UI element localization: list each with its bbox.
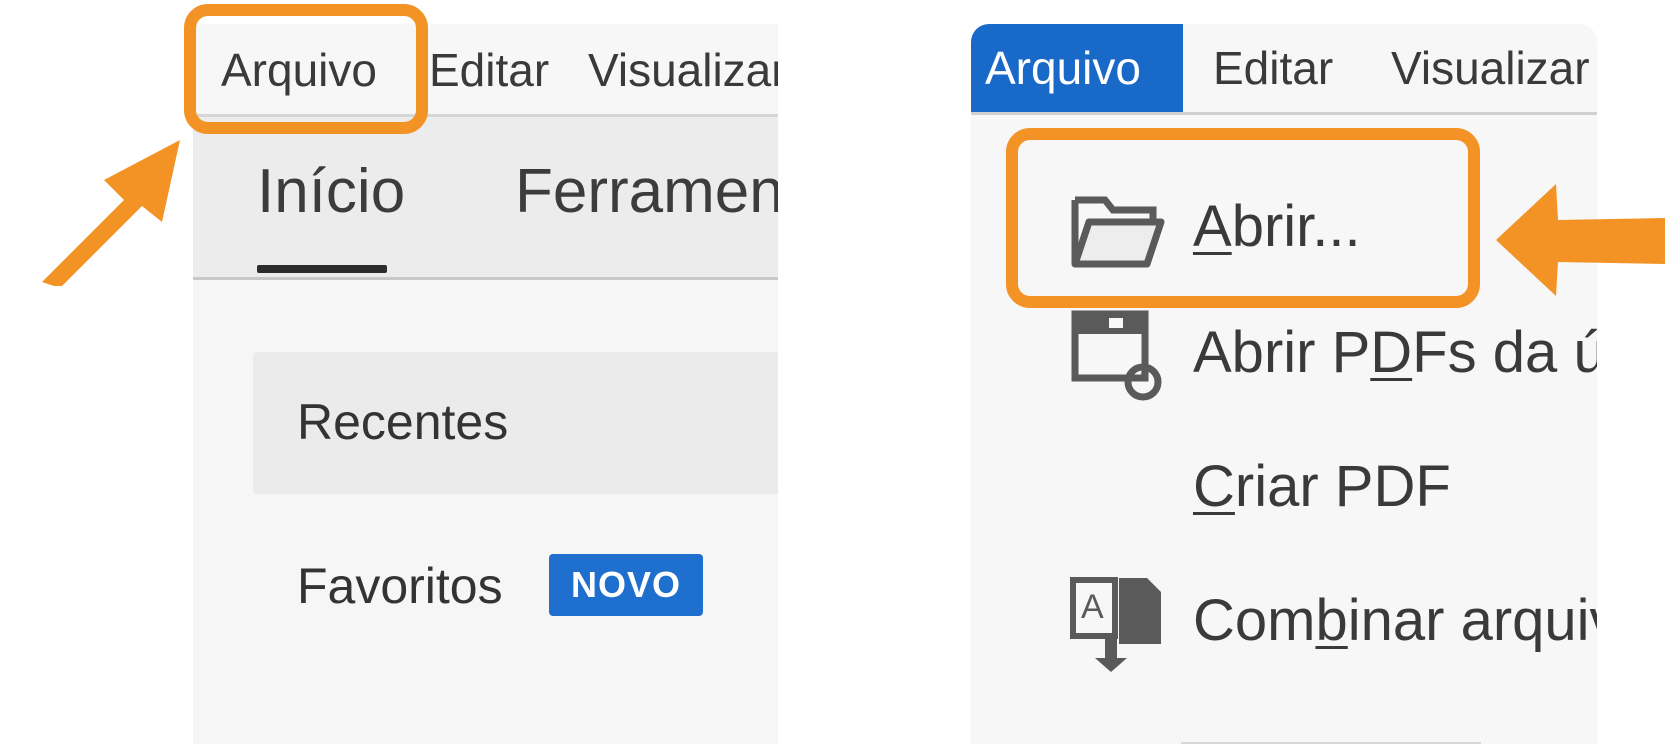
right-app-window: Arquivo Editar Visualizar Abrir... Abrir… <box>971 24 1597 744</box>
menu-editar[interactable]: Editar <box>429 42 549 98</box>
menu-item-abrir-pdfs-label: Abrir PDFs da úl <box>1193 320 1597 385</box>
menu-item-abrir-pdfs[interactable]: Abrir PDFs da úl <box>971 296 1597 406</box>
nav-item-recentes-label: Recentes <box>297 394 509 450</box>
menu-item-combinar-label: Combinar arquiv <box>1193 588 1597 653</box>
menu-item-criar-pdf[interactable]: Criar PDF <box>971 430 1597 540</box>
svg-text:A: A <box>1081 588 1104 626</box>
menu-visualizar[interactable]: Visualizar <box>588 42 778 98</box>
tab-inicio[interactable]: Início <box>257 157 405 227</box>
left-app-window: Arquivo Editar Visualizar Início Ferrame… <box>193 24 778 744</box>
menu-item-combinar[interactable]: A Combinar arquiv <box>971 564 1597 674</box>
arrow-pointing-up-right-icon <box>42 140 180 286</box>
nav-item-recentes[interactable]: Recentes <box>253 352 778 494</box>
menu-editar[interactable]: Editar <box>1213 40 1333 96</box>
tab-ferramentas[interactable]: Ferrament <box>515 157 778 227</box>
menu-visualizar[interactable]: Visualizar <box>1391 40 1590 96</box>
menu-arquivo[interactable]: Arquivo <box>985 40 1141 96</box>
menu-item-abrir-label: Abrir... <box>1193 194 1361 259</box>
active-tab-indicator <box>257 265 387 273</box>
new-badge: NOVO <box>549 554 703 616</box>
folder-open-icon <box>1071 196 1165 268</box>
tab-bar: Início Ferrament <box>193 117 778 280</box>
reopen-pdfs-icon <box>1071 310 1162 401</box>
nav-item-favoritos[interactable]: Favoritos <box>297 556 503 616</box>
menu-bar: Arquivo Editar Visualizar <box>971 24 1597 115</box>
combine-files-icon: A <box>1070 577 1161 672</box>
menu-arquivo[interactable]: Arquivo <box>221 42 377 98</box>
menu-bar: Arquivo Editar Visualizar <box>193 24 778 117</box>
menu-item-criar-pdf-label: Criar PDF <box>1193 454 1451 519</box>
arrow-pointing-left-icon <box>1496 184 1665 296</box>
